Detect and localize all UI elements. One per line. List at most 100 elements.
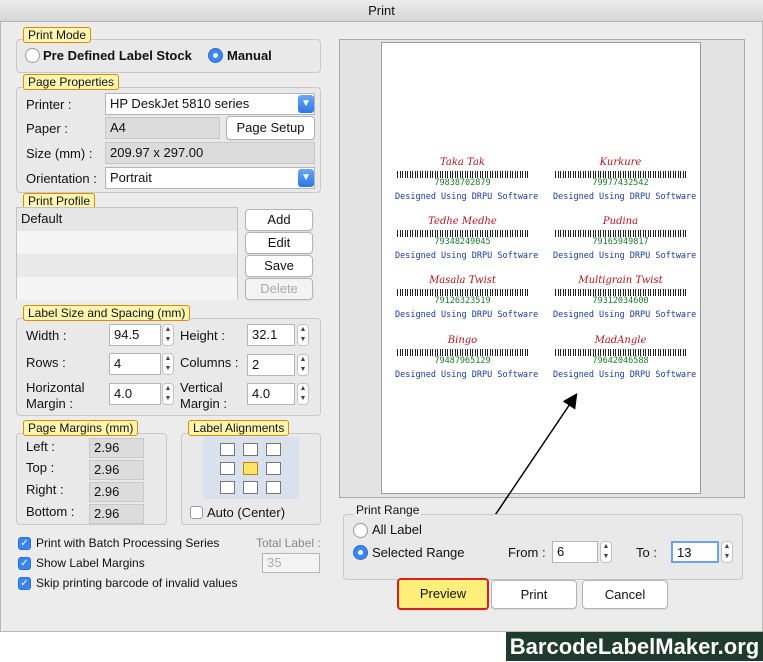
width-stepper[interactable]: ▲ ▼ — [162, 324, 174, 346]
hmargin-input[interactable]: 4.0 — [109, 383, 161, 405]
preview-label: Kurkure 79977432542 Designed Using DRPU So… — [553, 157, 696, 202]
top-margin-field: 2.96 — [89, 460, 144, 480]
selected-range-radio[interactable] — [353, 545, 368, 560]
skip-invalid-checkbox[interactable]: ✓ — [18, 577, 31, 590]
print-button[interactable]: Print — [491, 580, 577, 609]
chevron-down-icon[interactable]: ▼ — [298, 169, 314, 187]
preview-label-name: MadAngle — [594, 335, 647, 346]
vmargin-input[interactable]: 4.0 — [247, 383, 295, 405]
from-stepper[interactable]: ▲ ▼ — [600, 541, 612, 563]
show-margins-checkbox[interactable]: ✓ — [18, 557, 31, 570]
page-properties-title: Page Properties — [23, 74, 120, 90]
preview-label: Bingo 79487965129 Designed Using DRPU Soft… — [395, 335, 539, 380]
auto-center-checkbox[interactable] — [190, 506, 203, 519]
preview-label-number: 79165949817 — [592, 237, 649, 247]
printer-select[interactable]: HP DeskJet 5810 series — [105, 93, 315, 115]
align-bottom-center-icon[interactable] — [243, 481, 258, 494]
profile-list[interactable]: Default — [16, 207, 238, 300]
align-top-left-icon[interactable] — [220, 443, 235, 456]
hmargin-label-1: Horizontal — [26, 380, 85, 395]
manual-label[interactable]: Manual — [227, 48, 272, 63]
align-top-right-icon[interactable] — [266, 443, 281, 456]
preview-label-name: Tedhe Medhe — [428, 216, 497, 227]
all-label-radio[interactable] — [353, 523, 368, 538]
preview-label-number: 79348249045 — [434, 237, 491, 247]
preview-label-number: 79312034600 — [592, 296, 649, 306]
rows-label: Rows : — [26, 355, 66, 370]
preview-label-footer: Designed Using DRPU Software — [553, 370, 697, 380]
auto-center-label: Auto (Center) — [207, 505, 286, 520]
size-label: Size (mm) : — [26, 146, 93, 161]
height-input[interactable]: 32.1 — [247, 324, 295, 346]
cancel-button[interactable]: Cancel — [582, 580, 668, 609]
preview-button[interactable]: Preview — [397, 578, 489, 610]
selected-range-text: Selected Range — [372, 545, 465, 560]
bottom-margin-label: Bottom : — [26, 504, 75, 519]
to-input[interactable]: 13 — [671, 541, 719, 563]
orientation-select[interactable]: Portrait — [105, 167, 315, 189]
to-stepper[interactable]: ▲ ▼ — [721, 541, 733, 563]
preview-label: Pudina 79165949817 Designed Using DRPU Sof… — [553, 216, 697, 261]
show-margins-label: Show Label Margins — [36, 556, 145, 570]
preview-label-number: 79977432542 — [592, 178, 649, 188]
height-stepper[interactable]: ▲ ▼ — [297, 324, 309, 346]
barcode-icon — [555, 230, 686, 237]
add-button[interactable]: Add — [245, 209, 313, 231]
align-bottom-left-icon[interactable] — [220, 481, 235, 494]
paper-field: A4 — [105, 117, 220, 139]
align-middle-right-icon[interactable] — [266, 462, 281, 475]
edit-button[interactable]: Edit — [245, 232, 313, 254]
preview-label-footer: Designed Using DRPU Software — [395, 310, 539, 320]
vmargin-label-1: Vertical — [180, 380, 223, 395]
save-button[interactable]: Save — [245, 255, 313, 277]
barcode-icon — [397, 349, 528, 356]
printer-label: Printer : — [26, 97, 72, 112]
align-middle-center-icon[interactable] — [243, 462, 258, 475]
align-top-center-icon[interactable] — [243, 443, 258, 456]
page-setup-button[interactable]: Page Setup — [226, 116, 315, 140]
right-margin-label: Right : — [26, 482, 64, 497]
vmargin-label-2: Margin : — [180, 396, 227, 411]
preview-label-footer: Designed Using DRPU Software — [395, 370, 539, 380]
preview-label-number: 79838702879 — [434, 178, 491, 188]
total-label: Total Label : — [256, 536, 321, 550]
chevron-down-icon[interactable]: ▼ — [298, 95, 314, 113]
preview-label: Masala Twist 79126323519 Designed Using DR… — [395, 275, 539, 320]
rows-input[interactable]: 4 — [109, 353, 161, 375]
preview-label: Multigrain Twist 79312034600 Designed Usin… — [553, 275, 696, 320]
vmargin-stepper[interactable]: ▲ ▼ — [297, 383, 309, 405]
barcode-icon — [555, 171, 686, 178]
preview-label-name: Kurkure — [599, 157, 642, 168]
batch-label: Print with Batch Processing Series — [36, 536, 220, 550]
brand-banner: BarcodeLabelMaker.org — [506, 632, 763, 661]
width-label: Width : — [26, 328, 67, 343]
total-field: 35 — [262, 553, 320, 573]
preview-label-footer: Designed Using DRPU Software — [553, 251, 697, 261]
from-input[interactable]: 6 — [552, 541, 598, 563]
hmargin-label-2: Margin : — [26, 396, 73, 411]
preview-label-number: 79487965129 — [434, 356, 491, 366]
list-item[interactable]: Default — [17, 208, 237, 231]
hmargin-stepper[interactable]: ▲ ▼ — [162, 383, 174, 405]
batch-checkbox[interactable]: ✓ — [18, 537, 31, 550]
predefined-radio[interactable] — [25, 48, 40, 63]
width-input[interactable]: 94.5 — [109, 324, 161, 346]
columns-input[interactable]: 2 — [247, 354, 295, 376]
preview-label: MadAngle 79642046588 Designed Using DRPU S… — [553, 335, 697, 380]
list-item-empty — [17, 254, 237, 277]
preview-label-footer: Designed Using DRPU Software — [395, 192, 539, 202]
align-bottom-right-icon[interactable] — [266, 481, 281, 494]
print-range-title: Print Range — [354, 503, 422, 517]
preview-label-name: Taka Tak — [440, 157, 485, 168]
delete-button[interactable]: Delete — [245, 278, 313, 300]
preview-label-name: Bingo — [447, 335, 478, 346]
columns-stepper[interactable]: ▲ ▼ — [297, 354, 309, 376]
left-margin-field: 2.96 — [89, 438, 144, 458]
list-item-empty — [17, 231, 237, 254]
from-label: From : — [508, 545, 546, 560]
manual-radio[interactable] — [208, 48, 223, 63]
rows-stepper[interactable]: ▲ ▼ — [162, 353, 174, 375]
skip-invalid-label: Skip printing barcode of invalid values — [36, 576, 238, 590]
align-middle-left-icon[interactable] — [220, 462, 235, 475]
predefined-label[interactable]: Pre Defined Label Stock — [43, 48, 192, 63]
